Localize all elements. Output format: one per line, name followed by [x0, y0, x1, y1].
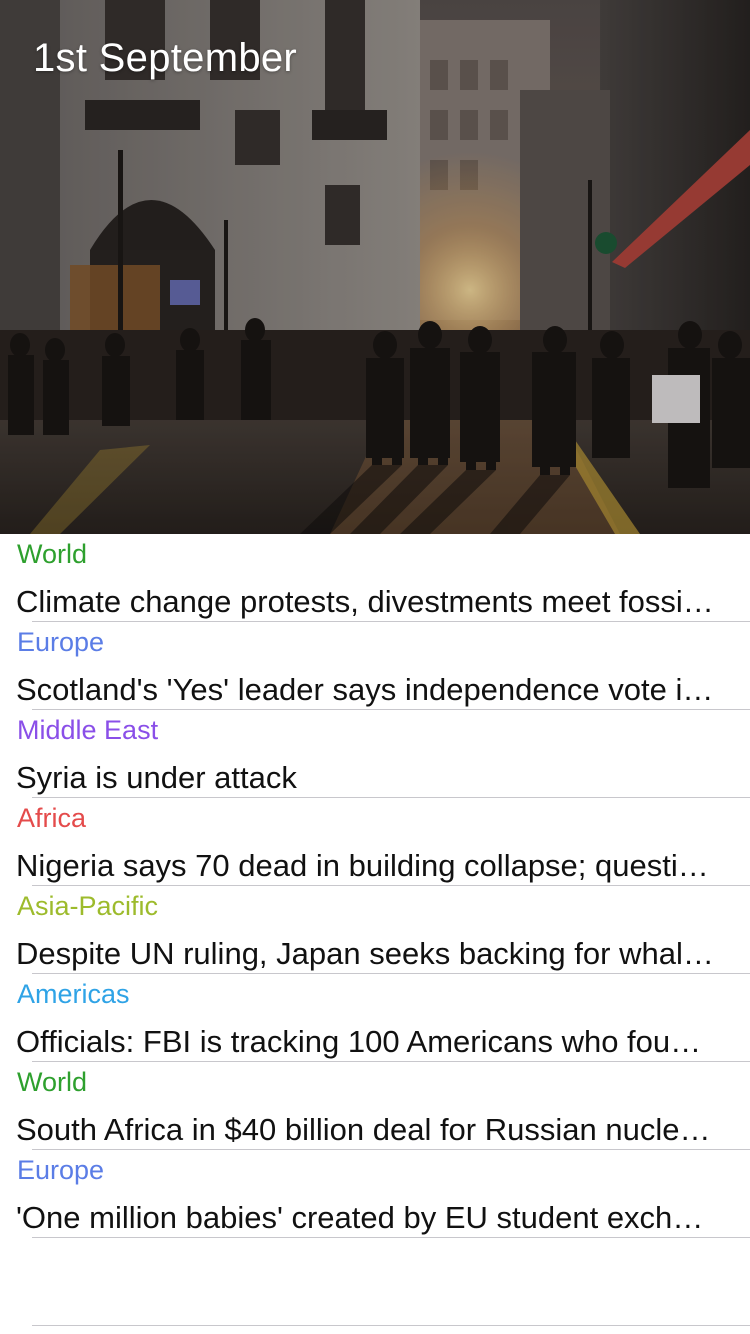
headline-text: Scotland's 'Yes' leader says independenc…: [16, 672, 716, 707]
news-list-item[interactable]: Europe 'One million babies' created by E…: [0, 1150, 750, 1238]
category-label: Asia-Pacific: [17, 891, 159, 921]
headline-text: Despite UN ruling, Japan seeks backing f…: [16, 936, 716, 971]
headline-text: Syria is under attack: [16, 760, 297, 795]
headline-text: South Africa in $40 billion deal for Rus…: [16, 1112, 716, 1147]
category-label: Europe: [17, 627, 105, 657]
news-list-item[interactable]: Africa Nigeria says 70 dead in building …: [0, 798, 750, 886]
headline-text: 'One million babies' created by EU stude…: [16, 1200, 716, 1235]
row-separator: [32, 1325, 750, 1326]
row-separator: [32, 1237, 750, 1238]
headline-text: Nigeria says 70 dead in building collaps…: [16, 848, 716, 883]
category-label: World: [17, 539, 88, 569]
news-list-item[interactable]: Asia-Pacific Despite UN ruling, Japan se…: [0, 886, 750, 974]
news-list-item[interactable]: Americas Officials: FBI is tracking 100 …: [0, 974, 750, 1062]
header-photo: 1st September: [0, 0, 750, 534]
news-list-item[interactable]: World Climate change protests, divestmen…: [0, 534, 750, 622]
category-label: Middle East: [17, 715, 159, 745]
headline-text: Officials: FBI is tracking 100 Americans…: [16, 1024, 716, 1059]
news-list: World Climate change protests, divestmen…: [0, 534, 750, 1238]
news-list-item[interactable]: World South Africa in $40 billion deal f…: [0, 1062, 750, 1150]
headline-text: Climate change protests, divestments mee…: [16, 584, 716, 619]
news-list-item[interactable]: Europe Scotland's 'Yes' leader says inde…: [0, 622, 750, 710]
page-title: 1st September: [33, 36, 298, 80]
news-app: 1st September World Climate change prote…: [0, 0, 750, 1334]
news-list-item[interactable]: Middle East Syria is under attack: [0, 710, 750, 798]
category-label: World: [17, 1067, 88, 1097]
category-label: Africa: [17, 803, 87, 833]
category-label: Americas: [17, 979, 130, 1009]
category-label: Europe: [17, 1155, 105, 1185]
